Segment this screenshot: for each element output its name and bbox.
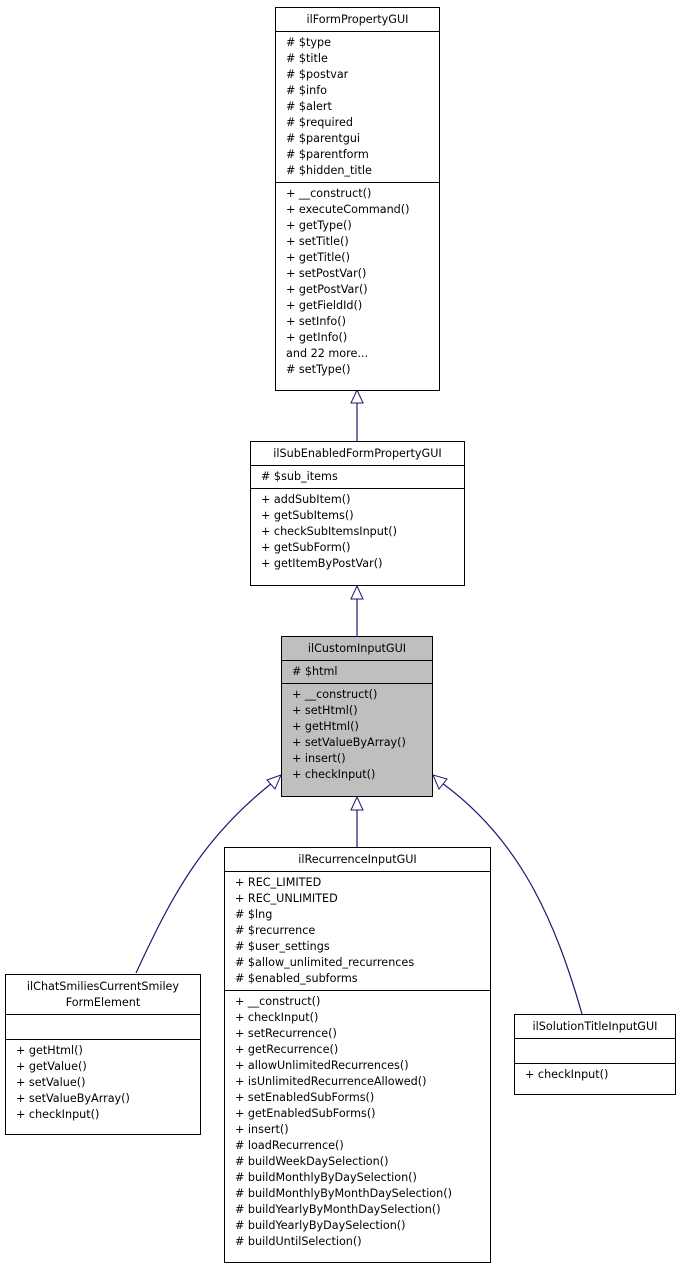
- class-ilSubEnabledFormPropertyGUI[interactable]: ilSubEnabledFormPropertyGUI # $sub_items…: [250, 441, 465, 586]
- attribute-item[interactable]: # $enabled_subforms: [235, 971, 484, 987]
- method-item[interactable]: + getPostVar(): [286, 282, 433, 298]
- methods-section: + getHtml() + getValue() + setValue() + set…: [6, 1039, 200, 1126]
- attribute-item[interactable]: # $type: [286, 35, 433, 51]
- method-item[interactable]: + getSubItems(): [261, 508, 458, 524]
- method-item[interactable]: # buildUntilSelection(): [235, 1234, 484, 1250]
- method-item[interactable]: + getValue(): [16, 1059, 194, 1075]
- method-item[interactable]: + getRecurrence(): [235, 1042, 484, 1058]
- class-name: ilRecurrenceInputGUI: [225, 848, 490, 872]
- class-name: ilChatSmiliesCurrentSmiley FormElement: [6, 975, 200, 1015]
- method-item[interactable]: + setValue(): [16, 1075, 194, 1091]
- method-item[interactable]: + addSubItem(): [261, 492, 458, 508]
- attribute-item[interactable]: # $user_settings: [235, 939, 484, 955]
- class-ilRecurrenceInputGUI[interactable]: ilRecurrenceInputGUI + REC_LIMITED + REC_…: [224, 847, 491, 1263]
- method-item[interactable]: + __construct(): [292, 687, 426, 703]
- method-item[interactable]: # buildWeekDaySelection(): [235, 1154, 484, 1170]
- arrow-subenabled-to-formproperty: [350, 388, 364, 404]
- attribute-item[interactable]: # $info: [286, 83, 433, 99]
- arrow-solutiontitle-to-custominput: [432, 774, 448, 790]
- method-item[interactable]: + getSubForm(): [261, 540, 458, 556]
- attribute-item[interactable]: # $postvar: [286, 67, 433, 83]
- attribute-item[interactable]: # $allow_unlimited_recurrences: [235, 955, 484, 971]
- class-ilChatSmiliesCurrentSmileyFormElement[interactable]: ilChatSmiliesCurrentSmiley FormElement +…: [5, 974, 201, 1135]
- method-item[interactable]: + setTitle(): [286, 234, 433, 250]
- method-item[interactable]: + executeCommand(): [286, 202, 433, 218]
- arrow-custominput-to-subenabled: [350, 584, 364, 600]
- attributes-section: + REC_LIMITED + REC_UNLIMITED # $lng # $rec…: [225, 872, 490, 990]
- method-item[interactable]: + isUnlimitedRecurrenceAllowed(): [235, 1074, 484, 1090]
- method-item[interactable]: + setRecurrence(): [235, 1026, 484, 1042]
- method-item[interactable]: # setType(): [286, 362, 433, 378]
- attributes-section: # $sub_items: [251, 466, 464, 488]
- class-name-line1: ilChatSmiliesCurrentSmiley: [26, 980, 180, 993]
- method-item[interactable]: + setEnabledSubForms(): [235, 1090, 484, 1106]
- method-item[interactable]: and 22 more...: [286, 346, 433, 362]
- attribute-item[interactable]: # $parentgui: [286, 131, 433, 147]
- class-name: ilFormPropertyGUI: [276, 8, 439, 32]
- attributes-section: [6, 1015, 200, 1039]
- attribute-item[interactable]: # $required: [286, 115, 433, 131]
- method-item[interactable]: # buildYearlyByMonthDaySelection(): [235, 1202, 484, 1218]
- attribute-item[interactable]: # $alert: [286, 99, 433, 115]
- method-item[interactable]: + checkInput(): [235, 1010, 484, 1026]
- class-name: ilSolutionTitleInputGUI: [515, 1015, 675, 1039]
- attributes-section: [515, 1039, 675, 1063]
- method-item[interactable]: + checkInput(): [16, 1107, 194, 1123]
- method-item[interactable]: + __construct(): [286, 186, 433, 202]
- method-item[interactable]: + setInfo(): [286, 314, 433, 330]
- method-item[interactable]: + checkInput(): [292, 767, 426, 783]
- method-item[interactable]: # buildMonthlyByDaySelection(): [235, 1170, 484, 1186]
- method-item[interactable]: + getTitle(): [286, 250, 433, 266]
- method-item[interactable]: # loadRecurrence(): [235, 1138, 484, 1154]
- method-item[interactable]: + checkInput(): [525, 1067, 669, 1083]
- method-item[interactable]: + setValueByArray(): [292, 735, 426, 751]
- attribute-item[interactable]: # $html: [292, 664, 426, 680]
- attribute-item[interactable]: + REC_LIMITED: [235, 875, 484, 891]
- class-name: ilSubEnabledFormPropertyGUI: [251, 442, 464, 466]
- attribute-item[interactable]: # $sub_items: [261, 469, 458, 485]
- method-item[interactable]: + setValueByArray(): [16, 1091, 194, 1107]
- arrow-chatsmilies-to-custominput: [266, 774, 282, 790]
- method-item[interactable]: + insert(): [235, 1122, 484, 1138]
- class-name-line2: FormElement: [65, 996, 141, 1009]
- method-item[interactable]: + getItemByPostVar(): [261, 556, 458, 572]
- method-item[interactable]: + insert(): [292, 751, 426, 767]
- method-item[interactable]: + allowUnlimitedRecurrences(): [235, 1058, 484, 1074]
- method-item[interactable]: # buildYearlyByDaySelection(): [235, 1218, 484, 1234]
- methods-section: + __construct() + executeCommand() + getTy…: [276, 182, 439, 381]
- attribute-item[interactable]: # $parentform: [286, 147, 433, 163]
- method-item[interactable]: + getInfo(): [286, 330, 433, 346]
- methods-section: + __construct() + setHtml() + getHtml() + s…: [282, 683, 432, 786]
- class-name: ilCustomInputGUI: [282, 637, 432, 661]
- method-item[interactable]: + checkSubItemsInput(): [261, 524, 458, 540]
- methods-section: + checkInput(): [515, 1063, 675, 1086]
- attribute-item[interactable]: # $lng: [235, 907, 484, 923]
- method-item[interactable]: + getHtml(): [292, 719, 426, 735]
- arrow-recurrence-to-custominput: [350, 795, 364, 811]
- class-ilFormPropertyGUI[interactable]: ilFormPropertyGUI # $type # $title # $post…: [275, 7, 440, 391]
- attribute-item[interactable]: # $hidden_title: [286, 163, 433, 179]
- attributes-section: # $type # $title # $postvar # $info # $alert…: [276, 32, 439, 182]
- class-ilCustomInputGUI[interactable]: ilCustomInputGUI # $html + __construct()…: [281, 636, 433, 797]
- class-ilSolutionTitleInputGUI[interactable]: ilSolutionTitleInputGUI + checkInput(): [514, 1014, 676, 1095]
- methods-section: + addSubItem() + getSubItems() + checkSubI…: [251, 488, 464, 575]
- method-item[interactable]: + getEnabledSubForms(): [235, 1106, 484, 1122]
- method-item[interactable]: + __construct(): [235, 994, 484, 1010]
- attribute-item[interactable]: + REC_UNLIMITED: [235, 891, 484, 907]
- method-item[interactable]: + setHtml(): [292, 703, 426, 719]
- attribute-item[interactable]: # $title: [286, 51, 433, 67]
- method-item[interactable]: + setPostVar(): [286, 266, 433, 282]
- method-item[interactable]: + getFieldId(): [286, 298, 433, 314]
- method-item[interactable]: # buildMonthlyByMonthDaySelection(): [235, 1186, 484, 1202]
- methods-section: + __construct() + checkInput() + setRecurr…: [225, 990, 490, 1253]
- attributes-section: # $html: [282, 661, 432, 683]
- method-item[interactable]: + getType(): [286, 218, 433, 234]
- attribute-item[interactable]: # $recurrence: [235, 923, 484, 939]
- method-item[interactable]: + getHtml(): [16, 1043, 194, 1059]
